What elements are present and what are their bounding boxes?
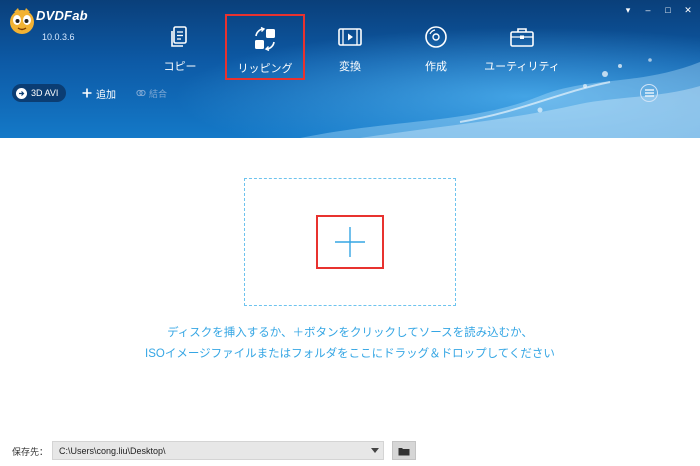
nav-item-utility[interactable]: ユーティリティ: [482, 14, 562, 80]
plus-icon: [82, 88, 92, 98]
add-label: 追加: [96, 89, 116, 101]
browse-folder-button[interactable]: [392, 441, 416, 460]
header-banner: DVDFab 10.0.3.6 ▾ – □ ✕ コピー リッピング 変換 作成 …: [0, 0, 700, 138]
save-path-value: C:\Users\cong.liu\Desktop\: [59, 445, 166, 456]
copy-document-icon: [171, 26, 187, 47]
nav-item-ripper[interactable]: リッピング: [225, 14, 305, 80]
drop-hint-line2: ISOイメージファイルまたはフォルダをここにドラッグ＆ドロップしてください: [145, 348, 555, 360]
menu-button[interactable]: [640, 84, 658, 102]
plus-icon: [335, 227, 365, 257]
nav-label: ユーティリティ: [484, 61, 560, 73]
nav-label: コピー: [163, 61, 197, 73]
add-source-button[interactable]: [316, 215, 384, 269]
list-menu-icon: [644, 89, 654, 97]
module-nav: コピー リッピング 変換 作成 ユーティリティ: [0, 0, 700, 84]
folder-icon: [398, 447, 410, 455]
disc-icon: [425, 26, 447, 48]
film-strip-icon: [338, 28, 362, 46]
save-path-dropdown[interactable]: C:\Users\cong.liu\Desktop\: [52, 441, 384, 460]
arrow-right-icon: [16, 87, 27, 99]
merge-icon: [136, 89, 146, 97]
3d-avi-label: 3D AVI: [31, 88, 59, 98]
drop-hint-line1: ディスクを挿入するか、＋ボタンをクリックしてソースを読み込むか、: [167, 327, 533, 339]
nav-label: 変換: [339, 61, 361, 73]
nav-item-convert[interactable]: 変換: [320, 14, 380, 80]
merge-button[interactable]: 結合: [136, 84, 167, 102]
toolbox-icon: [510, 28, 534, 47]
3d-avi-button[interactable]: 3D AVI: [12, 84, 66, 102]
ripper-arrows-icon: [255, 26, 275, 52]
nav-label: リッピング: [237, 63, 293, 75]
toolbar: 3D AVI 追加 結合: [0, 84, 700, 104]
nav-item-copy[interactable]: コピー: [150, 14, 210, 80]
chevron-down-icon[interactable]: [371, 448, 379, 453]
add-button[interactable]: 追加: [82, 84, 116, 102]
save-to-label: 保存先：: [12, 447, 49, 457]
nav-item-create[interactable]: 作成: [406, 14, 466, 80]
nav-label: 作成: [425, 61, 447, 73]
footer: 保存先： C:\Users\cong.liu\Desktop\: [0, 440, 700, 464]
merge-label: 結合: [149, 88, 168, 99]
dvdfab-window: DVDFab 10.0.3.6 ▾ – □ ✕ コピー リッピング 変換 作成 …: [0, 0, 700, 466]
